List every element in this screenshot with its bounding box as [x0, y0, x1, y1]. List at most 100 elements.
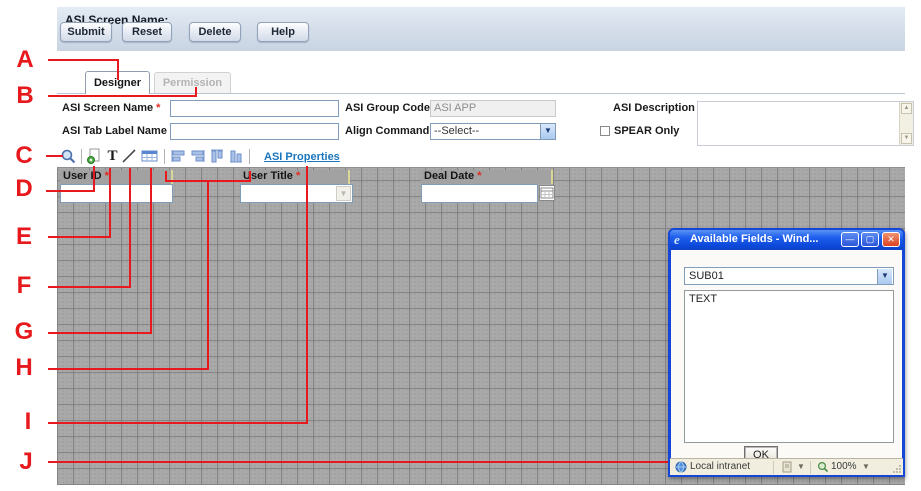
text-tool-icon[interactable]: T	[104, 148, 121, 165]
statusbar-separator	[773, 461, 774, 474]
delete-button[interactable]: Delete	[189, 22, 241, 42]
annotation-letter-b: B	[11, 84, 39, 108]
deal-date-input[interactable]	[421, 184, 538, 203]
user-title-select[interactable]: ▼	[240, 184, 353, 203]
spear-only-label: SPEAR Only	[614, 125, 679, 137]
designer-toolbar: T ASI Properties	[57, 147, 905, 167]
list-item[interactable]: TEXT	[685, 291, 893, 305]
annotation-line-d	[46, 190, 95, 192]
tab-permission[interactable]: Permission	[154, 72, 231, 93]
tab-label-name-label: ASI Tab Label Name *	[62, 125, 174, 137]
annotation-line-a	[48, 59, 119, 61]
tab-label-name-input[interactable]	[170, 123, 339, 140]
popup-statusbar: Local intranet ▼ 100% ▼	[670, 458, 903, 475]
annotation-letter-a: A	[11, 48, 39, 72]
user-id-input[interactable]	[60, 184, 173, 203]
scroll-up-icon[interactable]: ▲	[901, 103, 912, 114]
tab-baseline	[57, 93, 905, 94]
align-top-icon[interactable]	[209, 148, 226, 165]
field-label-deal-date[interactable]: Deal Date *	[421, 170, 553, 184]
group-code-label: ASI Group Code	[345, 102, 430, 114]
annotation-line-i	[306, 166, 308, 424]
zoom-icon	[817, 461, 829, 473]
subreport-select[interactable]: SUB01 ▼	[684, 267, 894, 285]
annotation-line-e	[48, 236, 111, 238]
toolbar-separator	[249, 149, 250, 164]
annotation-letter-j: J	[12, 450, 40, 474]
align-command-label: Align Command	[345, 125, 429, 137]
chevron-down-icon[interactable]: ▼	[540, 124, 555, 139]
annotation-letter-d: D	[10, 177, 38, 201]
calendar-icon[interactable]	[539, 185, 555, 201]
maximize-icon[interactable]: ▢	[861, 232, 879, 247]
globe-icon	[675, 461, 687, 473]
align-right-icon[interactable]	[189, 148, 206, 165]
close-icon[interactable]: ✕	[882, 232, 900, 247]
annotation-line-f	[129, 168, 131, 288]
minimize-icon[interactable]: —	[841, 232, 859, 247]
header-band: ASI Screen Name:	[57, 7, 905, 51]
annotation-line-e	[109, 168, 111, 238]
annotation-line-h	[249, 171, 251, 182]
asi-properties-link[interactable]: ASI Properties	[264, 151, 340, 163]
required-asterisk: *	[477, 170, 481, 182]
annotation-letter-e: E	[10, 225, 38, 249]
annotation-line-j	[48, 461, 670, 463]
toolbar-separator	[164, 149, 165, 164]
required-asterisk: *	[156, 102, 160, 114]
app-window: ASI Screen Name: Submit Reset Delete Hel…	[0, 0, 921, 491]
annotation-line-h	[165, 171, 167, 182]
annotation-letter-f: F	[10, 274, 38, 298]
chevron-down-icon[interactable]: ▼	[877, 269, 892, 284]
annotation-line-h	[207, 182, 209, 370]
annotation-letter-h: H	[10, 356, 38, 380]
align-bottom-icon[interactable]	[228, 148, 245, 165]
group-code-field: ASI APP	[430, 100, 556, 117]
chevron-down-icon[interactable]: ▼	[336, 186, 351, 201]
submit-button[interactable]: Submit	[60, 22, 112, 42]
annotation-line-c	[46, 155, 63, 157]
table-tool-icon[interactable]	[141, 148, 158, 165]
screen-name-label: ASI Screen Name *	[62, 102, 160, 114]
chevron-down-icon[interactable]: ▼	[862, 462, 870, 471]
annotation-line-b	[195, 87, 197, 97]
available-fields-list[interactable]: TEXT	[684, 290, 894, 443]
toolbar-separator	[81, 149, 82, 164]
annotation-letter-c: C	[10, 144, 38, 168]
scroll-down-icon[interactable]: ▼	[901, 133, 912, 144]
description-textarea[interactable]: ▲ ▼	[697, 101, 914, 146]
annotation-letter-g: G	[10, 320, 38, 344]
line-tool-icon[interactable]	[121, 148, 138, 165]
statusbar-separator	[810, 461, 811, 474]
description-label: ASI Description	[613, 102, 695, 114]
align-left-icon[interactable]	[170, 148, 187, 165]
popup-titlebar[interactable]: e Available Fields - Wind... — ▢ ✕	[670, 230, 903, 250]
field-label-user-title[interactable]: User Title *	[240, 170, 350, 184]
align-command-select[interactable]: --Select-- ▼	[430, 123, 556, 140]
annotation-line-h	[165, 180, 251, 182]
chevron-down-icon[interactable]: ▼	[797, 462, 805, 471]
help-button[interactable]: Help	[257, 22, 309, 42]
required-asterisk: *	[296, 170, 300, 182]
available-fields-window[interactable]: e Available Fields - Wind... — ▢ ✕ SUB01…	[668, 228, 905, 477]
add-field-icon[interactable]	[86, 148, 103, 165]
annotation-line-b	[48, 95, 197, 97]
security-zone-label: Local intranet	[690, 461, 750, 472]
annotation-line-i	[48, 422, 308, 424]
annotation-line-d	[93, 166, 95, 192]
annotation-line-f	[48, 286, 131, 288]
reset-button[interactable]: Reset	[122, 22, 172, 42]
zoom-level-label: 100%	[831, 461, 857, 472]
spear-only-checkbox[interactable]	[600, 126, 610, 136]
annotation-letter-i: I	[14, 410, 42, 434]
protected-mode-icon	[782, 461, 793, 473]
annotation-line-g	[150, 168, 152, 334]
annotation-line-h	[48, 368, 209, 370]
popup-title: Available Fields - Wind...	[690, 233, 830, 245]
resize-grip[interactable]	[892, 464, 902, 474]
screen-name-input[interactable]	[170, 100, 339, 117]
textarea-scrollbar[interactable]: ▲ ▼	[899, 102, 913, 145]
field-label-user-id[interactable]: User ID *	[60, 170, 173, 184]
annotation-line-a	[117, 59, 119, 80]
annotation-line-g	[48, 332, 152, 334]
